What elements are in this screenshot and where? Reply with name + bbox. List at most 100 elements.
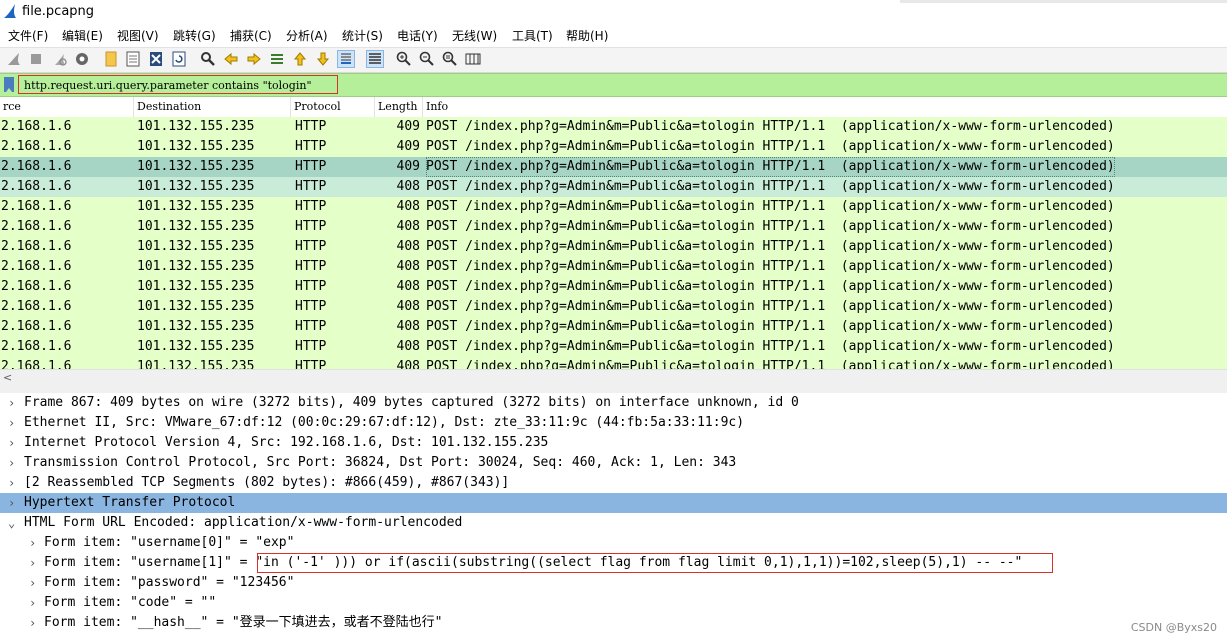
packet-row[interactable]: 2.168.1.6 101.132.155.235 HTTP 409 POST /ind…	[0, 117, 1227, 137]
collapse-arrow-icon[interactable]: ⌄	[8, 513, 18, 533]
packet-length: 409	[396, 159, 420, 174]
details-tree-item-label: Form item: "__hash__" = "登录一下填进去，或者不登陆也行…	[44, 615, 443, 630]
packet-row[interactable]: 2.168.1.6 101.132.155.235 HTTP 408 POST /ind…	[0, 237, 1227, 257]
menu-telephony[interactable]: 电话(Y)	[397, 27, 438, 44]
first-packet-icon[interactable]	[292, 51, 308, 67]
details-tree-item[interactable]: › Frame 867: 409 bytes on wire (3272 bits…	[0, 393, 1227, 413]
expand-arrow-icon[interactable]: ›	[29, 533, 39, 553]
menu-go[interactable]: 跳转(G)	[173, 27, 216, 44]
details-tree-item[interactable]: › Transmission Control Protocol, Src Port…	[0, 453, 1227, 473]
details-tree-item[interactable]: › Form item: "__hash__" = "登录一下填进去，或者不登陆也…	[0, 613, 1227, 633]
expand-arrow-icon[interactable]: ›	[29, 613, 39, 633]
expand-arrow-icon[interactable]: ›	[8, 493, 18, 513]
details-tree-item[interactable]: › [2 Reassembled TCP Segments (802 bytes)…	[0, 473, 1227, 493]
packet-source: 2.168.1.6	[1, 319, 72, 334]
expand-arrow-icon[interactable]: ›	[29, 553, 39, 573]
capture-options-icon[interactable]	[74, 51, 90, 67]
packet-row[interactable]: 2.168.1.6 101.132.155.235 HTTP 408 POST /ind…	[0, 277, 1227, 297]
menu-view[interactable]: 视图(V)	[117, 27, 159, 44]
menu-tools[interactable]: 工具(T)	[512, 27, 553, 44]
display-filter-input[interactable]: http.request.uri.query.parameter contain…	[18, 75, 338, 94]
go-back-icon[interactable]	[223, 51, 239, 67]
packet-row[interactable]: 2.168.1.6 101.132.155.235 HTTP 408 POST /ind…	[0, 297, 1227, 317]
packet-source: 2.168.1.6	[1, 139, 72, 154]
packet-protocol: HTTP	[295, 359, 327, 369]
packet-row[interactable]: 2.168.1.6 101.132.155.235 HTTP 408 POST /ind…	[0, 257, 1227, 277]
expand-arrow-icon[interactable]: ›	[8, 433, 18, 453]
column-header-info[interactable]: Info	[423, 97, 1227, 117]
column-header-length[interactable]: Length	[375, 97, 423, 117]
packet-row[interactable]: 2.168.1.6 101.132.155.235 HTTP 409 POST /ind…	[0, 157, 1227, 177]
packet-row[interactable]: 2.168.1.6 101.132.155.235 HTTP 408 POST /ind…	[0, 197, 1227, 217]
find-packet-icon[interactable]	[200, 51, 216, 67]
details-tree-item[interactable]: › Form item: "username[0]" = "exp"	[0, 533, 1227, 553]
packet-source: 2.168.1.6	[1, 219, 72, 234]
packet-length: 408	[396, 299, 420, 314]
menu-analyze[interactable]: 分析(A)	[286, 27, 328, 44]
menu-file[interactable]: 文件(F)	[8, 27, 48, 44]
restart-capture-icon[interactable]	[52, 51, 68, 67]
scroll-left-icon[interactable]: <	[3, 371, 12, 384]
packet-row[interactable]: 2.168.1.6 101.132.155.235 HTTP 408 POST /ind…	[0, 337, 1227, 357]
autoscroll-icon[interactable]	[337, 50, 355, 68]
packet-row[interactable]: 2.168.1.6 101.132.155.235 HTTP 408 POST /ind…	[0, 217, 1227, 237]
packet-row[interactable]: 2.168.1.6 101.132.155.235 HTTP 408 POST /ind…	[0, 357, 1227, 369]
expand-arrow-icon[interactable]: ›	[8, 453, 18, 473]
details-tree-item[interactable]: › Form item: "code" = ""	[0, 593, 1227, 613]
packet-row[interactable]: 2.168.1.6 101.132.155.235 HTTP 408 POST /ind…	[0, 177, 1227, 197]
packet-protocol: HTTP	[295, 239, 327, 254]
packet-row[interactable]: 2.168.1.6 101.132.155.235 HTTP 408 POST /ind…	[0, 317, 1227, 337]
menu-help[interactable]: 帮助(H)	[566, 27, 608, 44]
packet-destination: 101.132.155.235	[137, 339, 255, 354]
zoom-in-icon[interactable]	[396, 51, 412, 67]
open-file-icon[interactable]	[103, 51, 119, 67]
packet-destination: 101.132.155.235	[137, 279, 255, 294]
column-header-source[interactable]: rce	[0, 97, 134, 117]
packet-destination: 101.132.155.235	[137, 219, 255, 234]
packet-protocol: HTTP	[295, 159, 327, 174]
details-tree-item[interactable]: › Hypertext Transfer Protocol	[0, 493, 1227, 513]
packet-source: 2.168.1.6	[1, 299, 72, 314]
packet-list-horizontal-scrollbar[interactable]: <	[0, 369, 1227, 385]
details-tree-item[interactable]: › Internet Protocol Version 4, Src: 192.1…	[0, 433, 1227, 453]
packet-destination: 101.132.155.235	[137, 359, 255, 369]
save-file-icon[interactable]	[125, 51, 141, 67]
packet-protocol: HTTP	[295, 199, 327, 214]
last-packet-icon[interactable]	[315, 51, 331, 67]
window-title: file.pcapng	[22, 4, 95, 19]
go-to-packet-icon[interactable]	[269, 51, 285, 67]
packet-protocol: HTTP	[295, 299, 327, 314]
menu-wireless[interactable]: 无线(W)	[452, 27, 497, 44]
packet-destination: 101.132.155.235	[137, 119, 255, 134]
column-header-protocol[interactable]: Protocol	[291, 97, 375, 117]
menu-edit[interactable]: 编辑(E)	[62, 27, 103, 44]
menu-capture[interactable]: 捕获(C)	[230, 27, 272, 44]
packet-row[interactable]: 2.168.1.6 101.132.155.235 HTTP 409 POST /ind…	[0, 137, 1227, 157]
packet-protocol: HTTP	[295, 219, 327, 234]
details-tree-item[interactable]: ⌄ HTML Form URL Encoded: application/x-ww…	[0, 513, 1227, 533]
zoom-out-icon[interactable]	[419, 51, 435, 67]
reload-file-icon[interactable]	[171, 51, 187, 67]
start-capture-icon[interactable]	[6, 51, 22, 67]
expand-arrow-icon[interactable]: ›	[8, 473, 18, 493]
close-file-icon[interactable]	[148, 51, 164, 67]
colorize-icon[interactable]	[366, 50, 384, 68]
menu-statistics[interactable]: 统计(S)	[342, 27, 383, 44]
packet-source: 2.168.1.6	[1, 199, 72, 214]
details-tree-item[interactable]: › Ethernet II, Src: VMware_67:df:12 (00:0…	[0, 413, 1227, 433]
go-forward-icon[interactable]	[246, 51, 262, 67]
expand-arrow-icon[interactable]: ›	[8, 393, 18, 413]
details-tree-item-label: Form item: "password" = "123456"	[44, 575, 295, 590]
expand-arrow-icon[interactable]: ›	[8, 413, 18, 433]
bookmark-icon[interactable]	[4, 77, 14, 92]
stop-capture-icon[interactable]	[28, 51, 44, 67]
expand-arrow-icon[interactable]: ›	[29, 573, 39, 593]
zoom-normal-icon[interactable]	[442, 51, 458, 67]
details-tree-item-label: Transmission Control Protocol, Src Port:…	[24, 455, 737, 470]
column-header-destination[interactable]: Destination	[134, 97, 291, 117]
details-tree-item[interactable]: › Form item: "password" = "123456"	[0, 573, 1227, 593]
expand-arrow-icon[interactable]: ›	[29, 593, 39, 613]
packet-list-header: rce Destination Protocol Length Info	[0, 97, 1227, 118]
title-bar: file.pcapng	[0, 0, 1227, 24]
resize-columns-icon[interactable]	[465, 51, 481, 67]
